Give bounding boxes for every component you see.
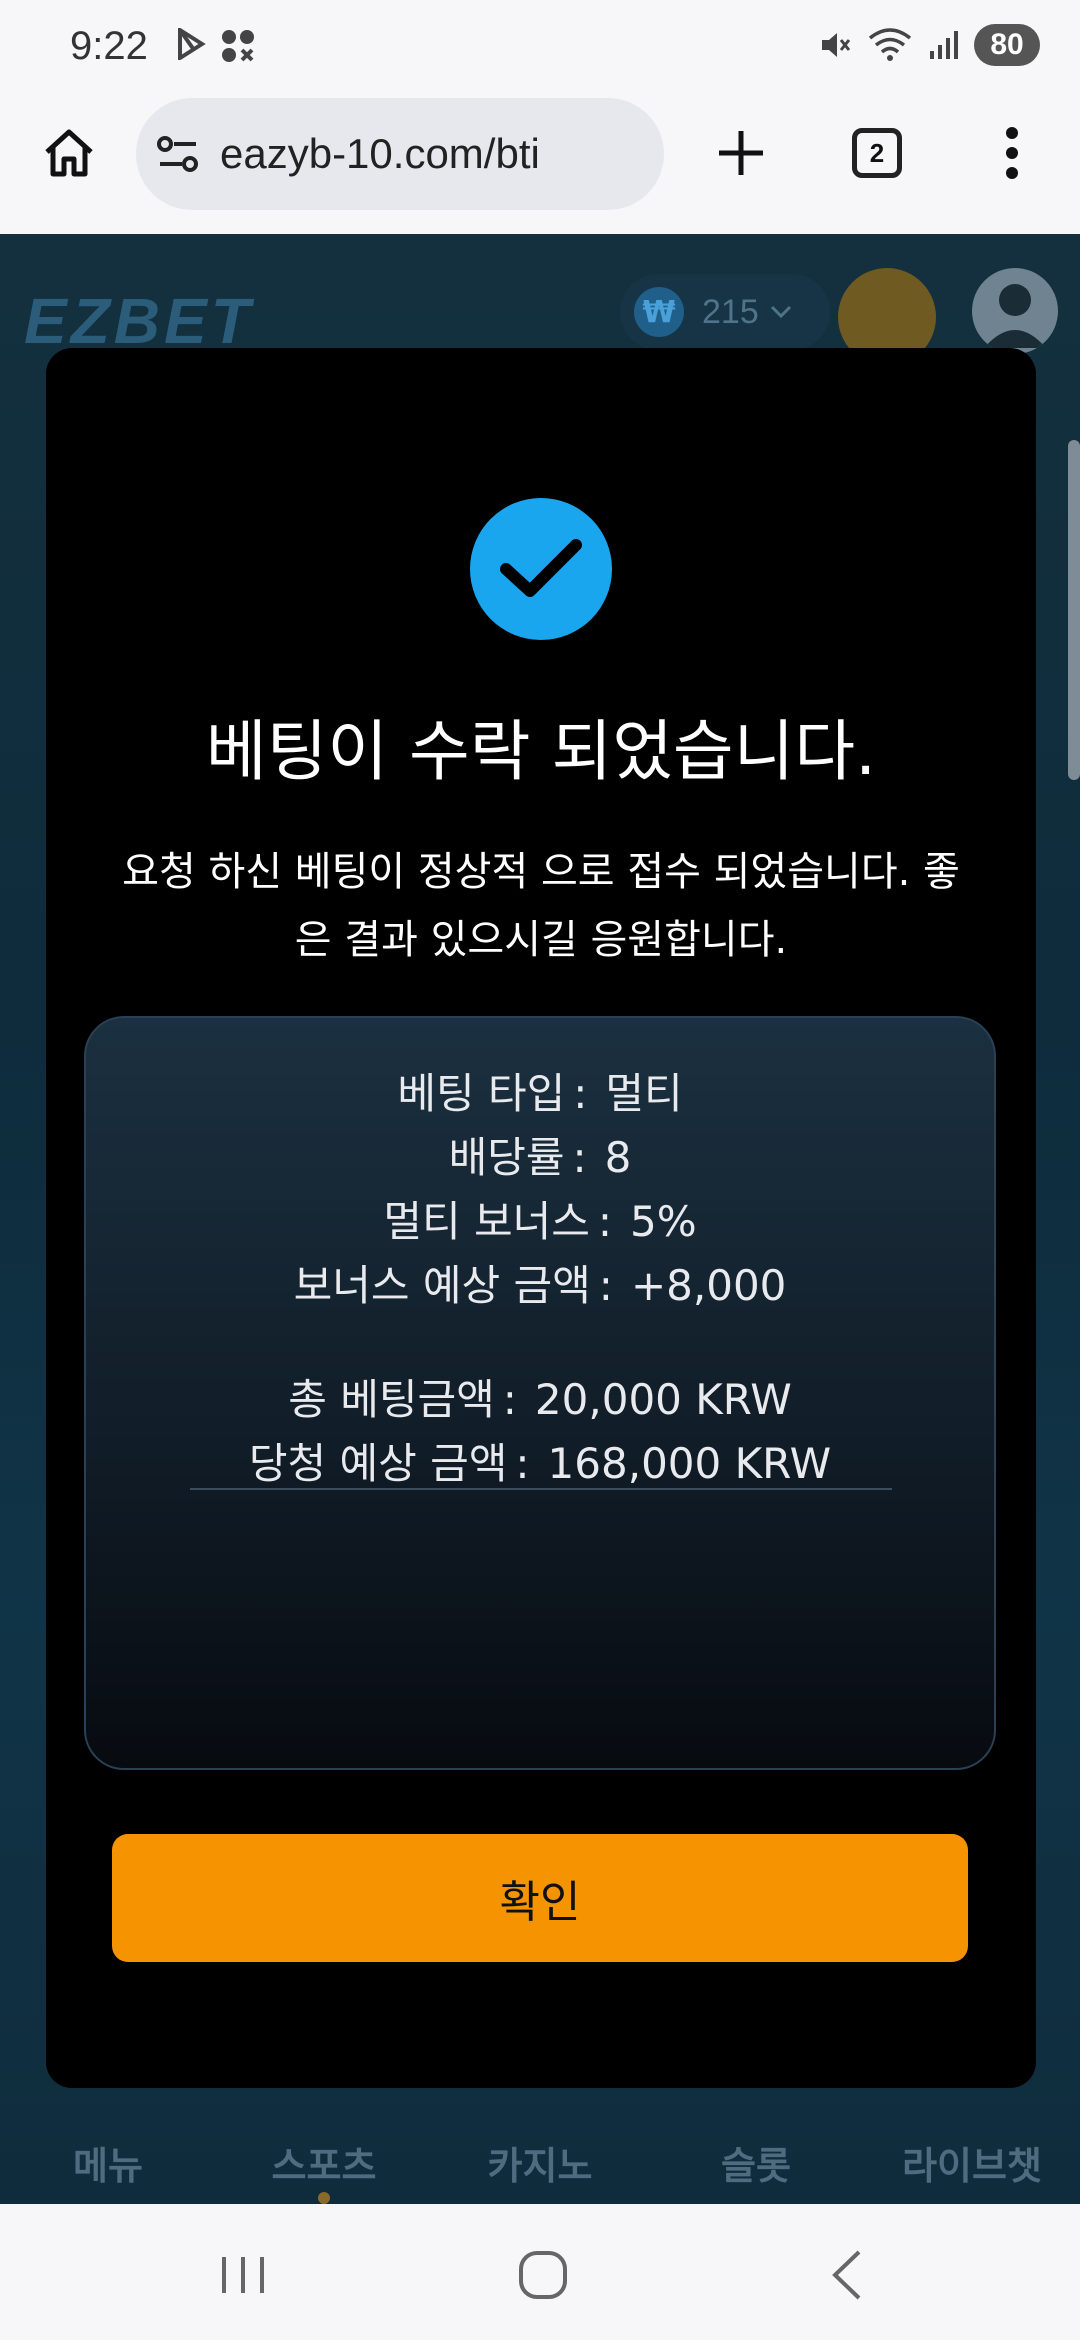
expected-bonus-row: 보너스 예상 금액: +8,000 [293, 1261, 787, 1310]
url-text[interactable]: eazyb-10.com/bti [220, 130, 620, 178]
modal-title: 베팅이 수락 되었습니다. [205, 713, 877, 790]
home-circle-icon [519, 2251, 567, 2299]
site-logo: EZBET [24, 285, 254, 357]
nav-label: 라이브챗 [902, 2144, 1042, 2188]
more-menu-button[interactable] [996, 120, 1028, 186]
row-value: 멀티 [605, 1069, 683, 1118]
row-label: 보너스 예상 금액 [293, 1261, 591, 1310]
total-bet-row: 총 베팅금액:20,000 KRW [288, 1375, 792, 1424]
page-scrollbar[interactable] [1068, 440, 1080, 780]
row-value: 5% [630, 1197, 697, 1246]
recent-apps-button[interactable] [208, 2240, 278, 2310]
nav-label: 스포츠 [271, 2144, 377, 2188]
nav-item-live-chat[interactable]: 라이브챗 [864, 2098, 1080, 2204]
nav-item-casino[interactable]: 카지노 [432, 2098, 648, 2204]
new-tab-button[interactable] [708, 120, 774, 186]
home-icon [45, 129, 93, 177]
avatar[interactable] [972, 268, 1058, 354]
signal-icon [930, 31, 958, 59]
more-vertical-icon [1006, 127, 1018, 179]
bet-summary-card: 베팅 타입: 멀티 배당률:8 멀티 보너스:5% 보너스 예상 금액: +8,00… [84, 1016, 996, 1770]
row-value: +8,000 [630, 1261, 787, 1310]
site-bottom-nav: 메뉴 스포츠 카지노 슬롯 라이브챗 [0, 2098, 1080, 2204]
active-indicator [318, 2192, 330, 2204]
status-time: 9:22 [70, 24, 148, 68]
nav-label: 카지노 [487, 2144, 593, 2188]
site-settings-icon[interactable] [156, 134, 200, 174]
nav-item-sports[interactable]: 스포츠 [216, 2098, 432, 2204]
odds-row: 배당률:8 [448, 1133, 632, 1182]
nav-label: 메뉴 [73, 2144, 143, 2188]
multi-bonus-row: 멀티 보너스:5% [383, 1197, 697, 1246]
bet-accepted-modal: 베팅이 수락 되었습니다. 요청 하신 베팅이 정상적 으로 접수 되었습니다.… [46, 348, 1036, 2088]
chevron-down-icon [770, 305, 791, 319]
user-icon [984, 284, 1046, 348]
row-label: 배당률 [448, 1133, 565, 1182]
row-label: 당청 예상 금액 [248, 1439, 508, 1488]
address-bar[interactable]: eazyb-10.com/bti [136, 98, 664, 210]
status-system-icons: 80 [818, 24, 1040, 66]
plus-icon [719, 131, 763, 175]
balance-pill[interactable]: ₩ 215 [620, 274, 830, 350]
mute-icon [822, 33, 851, 57]
status-bar: 9:22 80 [0, 0, 1080, 92]
browser-toolbar: eazyb-10.com/bti 2 [0, 92, 1080, 234]
nav-label: 슬롯 [721, 2144, 791, 2188]
back-button[interactable] [812, 2240, 882, 2310]
nav-item-slot[interactable]: 슬롯 [648, 2098, 864, 2204]
confirm-button[interactable]: 확인 [112, 1834, 968, 1962]
expected-win-row: 당청 예상 금액:168,000 KRW [248, 1439, 832, 1488]
row-label: 베팅 타입 [397, 1069, 566, 1118]
success-check-icon [470, 498, 612, 640]
modal-message: 요청 하신 베팅이 정상적 으로 접수 되었습니다. 좋은 결과 있으시길 응원… [122, 849, 960, 963]
battery-level: 80 [974, 24, 1040, 66]
android-nav-bar [0, 2204, 1080, 2340]
balance-value: 215 [702, 292, 759, 331]
play-store-icon [178, 28, 206, 60]
wifi-icon [868, 28, 912, 61]
app-grid-icon [222, 30, 254, 62]
row-value: 8 [604, 1133, 632, 1182]
home-button[interactable] [38, 122, 100, 184]
row-value: 168,000 KRW [547, 1439, 832, 1488]
won-currency-icon: ₩ [634, 287, 684, 337]
row-label: 멀티 보너스 [383, 1197, 590, 1246]
home-nav-button[interactable] [508, 2240, 578, 2310]
back-chevron-icon [832, 2250, 861, 2300]
bet-type-row: 베팅 타입: 멀티 [397, 1069, 683, 1118]
row-label: 총 베팅금액 [288, 1375, 495, 1424]
row-value: 20,000 KRW [534, 1375, 792, 1424]
tab-switcher-button[interactable]: 2 [852, 128, 902, 178]
recent-apps-icon [222, 2257, 264, 2293]
status-notification-icons [176, 28, 256, 64]
nav-item-menu[interactable]: 메뉴 [0, 2098, 216, 2204]
